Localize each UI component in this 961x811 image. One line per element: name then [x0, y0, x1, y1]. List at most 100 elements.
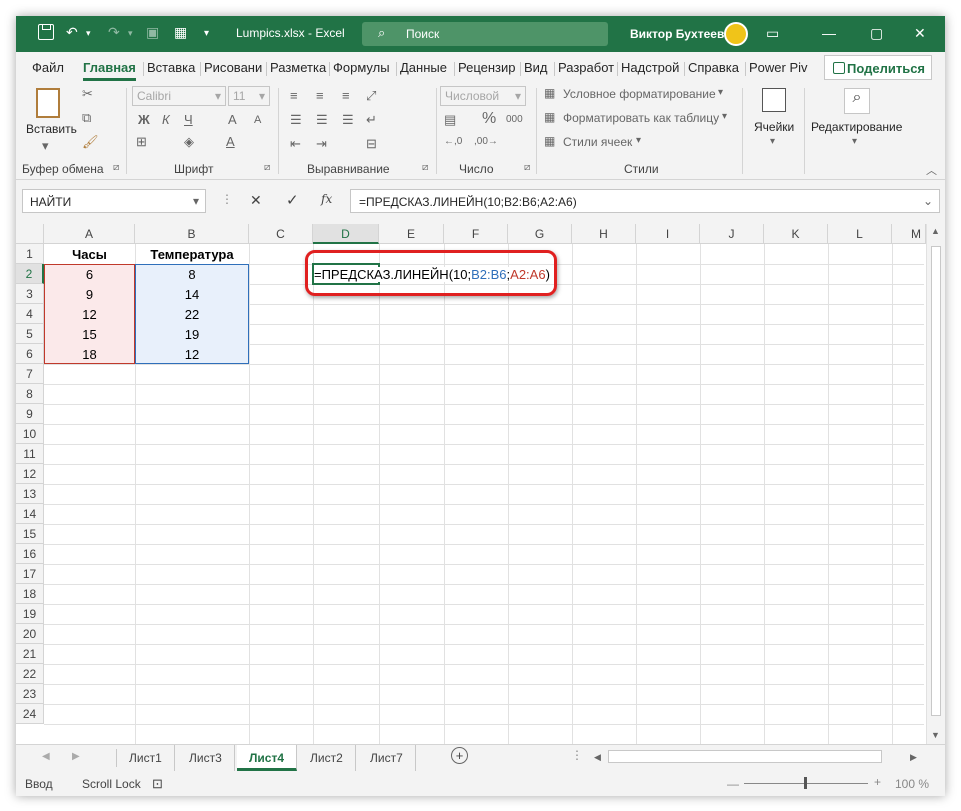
percent-icon[interactable]: %	[482, 110, 496, 128]
row-header[interactable]: 7	[16, 364, 44, 384]
scroll-down-icon[interactable]: ▼	[931, 730, 940, 740]
chevron-down-icon[interactable]: ▾	[193, 194, 199, 208]
row-header[interactable]: 15	[16, 524, 44, 544]
prev-sheet-icon[interactable]: ◀	[42, 751, 50, 762]
maximize-icon[interactable]: ▢	[870, 25, 883, 42]
italic-icon[interactable]: К	[162, 112, 170, 127]
row-header[interactable]: 13	[16, 484, 44, 504]
sheet-tab-list2[interactable]: Лист2	[298, 745, 356, 771]
zoom-in-icon[interactable]: +	[874, 775, 881, 789]
conditional-formatting-icon[interactable]: ▦	[544, 86, 555, 100]
camera-icon[interactable]: ▣	[146, 24, 159, 41]
borders-icon[interactable]: ⊞	[136, 134, 147, 150]
cell-b5[interactable]: 19	[135, 324, 249, 344]
select-all-corner[interactable]	[16, 224, 44, 244]
chevron-down-icon[interactable]: ▾	[770, 136, 775, 147]
format-painter-icon[interactable]: 🖌	[82, 134, 99, 150]
tab-review[interactable]: Рецензир	[458, 60, 516, 75]
row-header[interactable]: 4	[16, 304, 44, 324]
tab-view[interactable]: Вид	[524, 60, 548, 75]
column-header[interactable]: B	[135, 224, 249, 244]
row-header[interactable]: 21	[16, 644, 44, 664]
macro-record-icon[interactable]: ⊡	[152, 776, 163, 792]
sheet-tab-list7[interactable]: Лист7	[358, 745, 416, 771]
find-icon[interactable]: ⌕	[844, 88, 870, 114]
zoom-level[interactable]: 100 %	[895, 777, 929, 791]
tab-data[interactable]: Данные	[400, 60, 447, 75]
vertical-scrollbar[interactable]: ▲ ▼	[926, 224, 945, 744]
paste-dropdown-icon[interactable]: ▾	[42, 138, 49, 154]
cancel-icon[interactable]: ✕	[250, 192, 262, 209]
cut-icon[interactable]: ✂	[82, 86, 93, 102]
cell-a1[interactable]: Часы	[44, 244, 135, 264]
increase-indent-icon[interactable]: ⇥	[316, 136, 327, 152]
number-launcher-icon[interactable]: ⧄	[524, 162, 530, 173]
chevron-down-icon[interactable]: ▾	[722, 111, 727, 122]
chevron-down-icon[interactable]: ▾	[636, 135, 641, 146]
minimize-icon[interactable]: —	[822, 25, 836, 41]
ribbon-display-icon[interactable]: ▭	[766, 25, 779, 42]
column-header[interactable]: M	[892, 224, 926, 244]
sheet-tab-list4[interactable]: Лист4	[237, 745, 298, 771]
row-header[interactable]: 3	[16, 284, 44, 304]
column-header[interactable]: H	[572, 224, 636, 244]
row-header[interactable]: 14	[16, 504, 44, 524]
row-header[interactable]: 5	[16, 324, 44, 344]
sheet-tab-list3[interactable]: Лист3	[177, 745, 235, 771]
column-header[interactable]: L	[828, 224, 892, 244]
tab-help[interactable]: Справка	[688, 60, 739, 75]
close-icon[interactable]: ✕	[914, 25, 926, 42]
column-header[interactable]: J	[700, 224, 764, 244]
wrap-text-icon[interactable]: ↵	[366, 112, 377, 128]
column-header[interactable]: D	[313, 224, 379, 244]
tab-home[interactable]: Главная	[83, 60, 136, 81]
row-header[interactable]: 24	[16, 704, 44, 724]
add-sheet-icon[interactable]: +	[451, 747, 468, 764]
row-header[interactable]: 22	[16, 664, 44, 684]
cell-a6[interactable]: 18	[44, 344, 135, 364]
formula-bar-grip-icon[interactable]: ⋮	[221, 192, 233, 206]
tab-developer[interactable]: Разработ	[558, 60, 614, 75]
cell-a4[interactable]: 12	[44, 304, 135, 324]
font-name-dropdown[interactable]: Calibri ▾	[132, 86, 226, 106]
chevron-down-icon[interactable]: ▾	[718, 87, 723, 98]
align-middle-icon[interactable]: ≡	[316, 88, 324, 103]
cell-b2[interactable]: 8	[135, 264, 249, 284]
form-icon[interactable]: ▦	[174, 24, 187, 41]
tab-split-icon[interactable]: ⋮	[571, 748, 583, 762]
decrease-font-icon[interactable]: A	[254, 114, 261, 126]
save-icon[interactable]	[38, 24, 54, 40]
cells-label[interactable]: Ячейки	[754, 120, 794, 134]
column-header[interactable]: A	[44, 224, 135, 244]
customize-qat-icon[interactable]: ▾	[204, 28, 209, 39]
decrease-decimal-icon[interactable]: ,00→	[474, 136, 498, 147]
align-center-icon[interactable]: ☰	[316, 112, 328, 128]
cell-a3[interactable]: 9	[44, 284, 135, 304]
redo-dropdown-icon[interactable]: ▾	[128, 28, 133, 39]
expand-formula-icon[interactable]: ⌄	[923, 194, 933, 208]
scroll-up-icon[interactable]: ▲	[931, 226, 940, 236]
row-header[interactable]: 18	[16, 584, 44, 604]
row-header[interactable]: 16	[16, 544, 44, 564]
row-header[interactable]: 20	[16, 624, 44, 644]
cells-icon[interactable]	[762, 88, 786, 112]
tab-layout[interactable]: Разметка	[270, 60, 326, 75]
format-as-table-button[interactable]: Форматировать как таблицу	[563, 111, 719, 125]
chevron-down-icon[interactable]: ▾	[852, 136, 857, 147]
copy-icon[interactable]: ⧉	[82, 110, 91, 126]
column-header[interactable]: C	[249, 224, 313, 244]
paste-icon[interactable]	[36, 88, 60, 118]
alignment-launcher-icon[interactable]: ⧄	[422, 162, 428, 173]
column-header[interactable]: K	[764, 224, 828, 244]
orientation-icon[interactable]: ⤢	[366, 88, 376, 104]
tab-draw[interactable]: Рисовани	[204, 60, 262, 75]
font-color-icon[interactable]: A	[226, 134, 235, 149]
redo-icon[interactable]: ↷	[108, 24, 120, 41]
editing-label[interactable]: Редактирование	[811, 120, 902, 134]
cell-b6[interactable]: 12	[135, 344, 249, 364]
enter-icon[interactable]: ✓	[286, 191, 299, 209]
column-header[interactable]: I	[636, 224, 700, 244]
bold-icon[interactable]: Ж	[138, 112, 150, 127]
tab-power-pivot[interactable]: Power Piv	[749, 60, 808, 75]
avatar[interactable]	[724, 22, 748, 46]
